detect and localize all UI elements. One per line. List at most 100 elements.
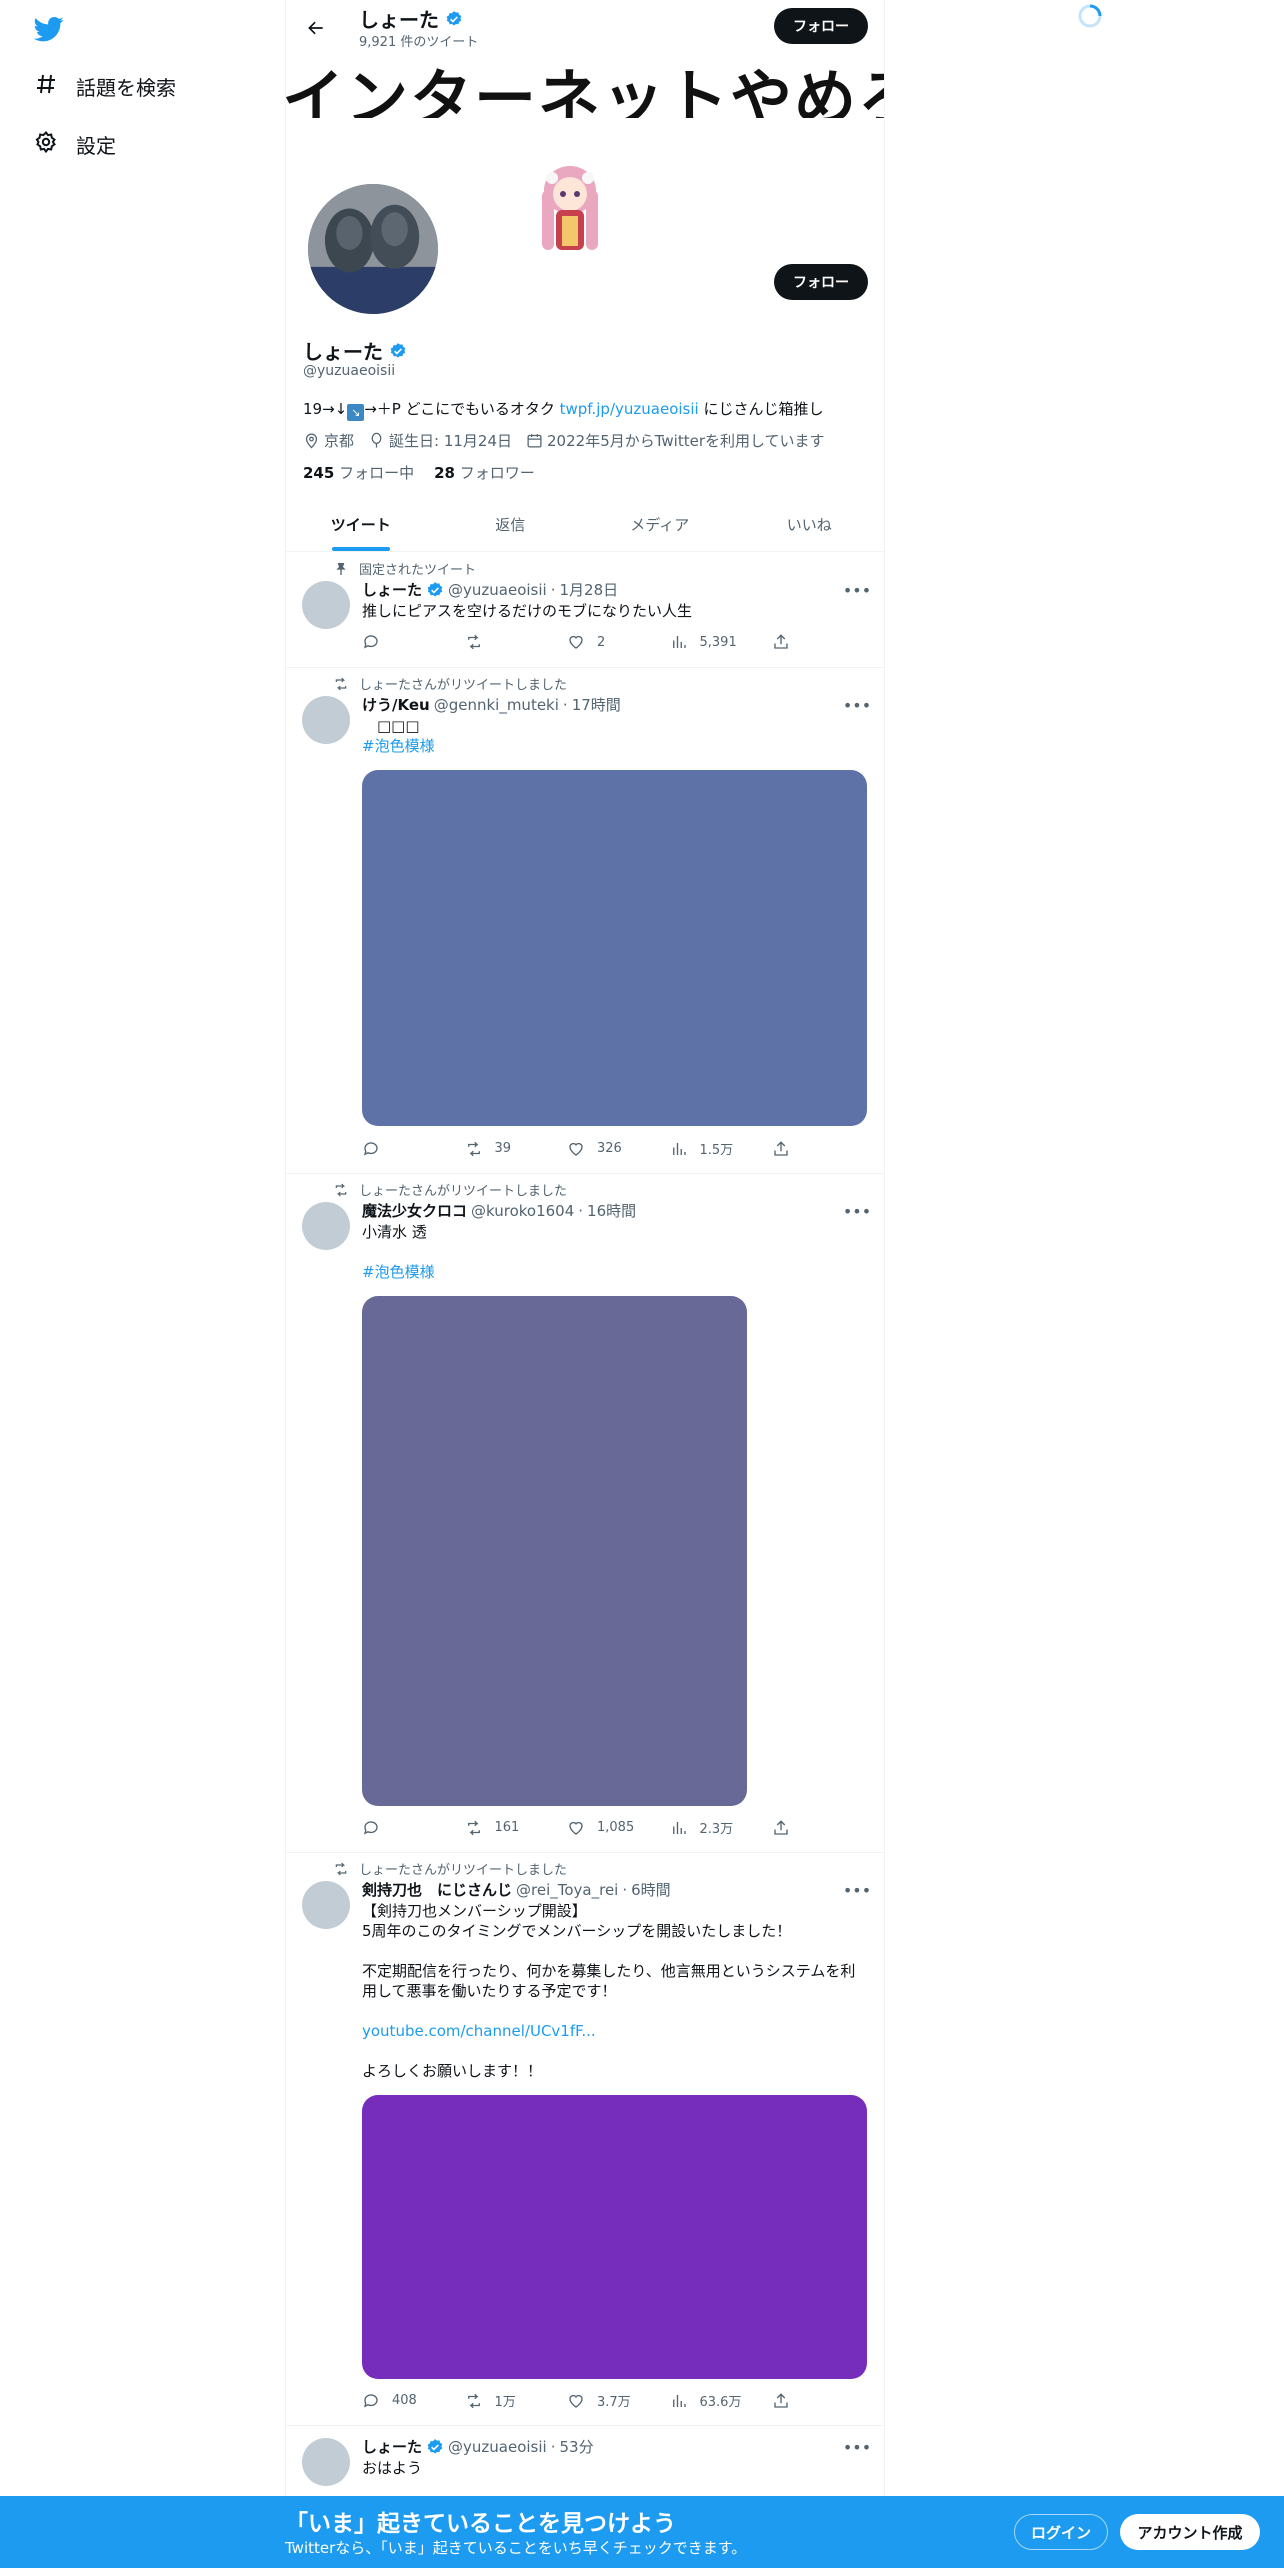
bio-prefix: 19→↓: [303, 400, 348, 418]
tweet-media[interactable]: [362, 770, 867, 1126]
more-options-icon[interactable]: •••: [843, 1200, 871, 1222]
followers-link[interactable]: 28 フォロワー: [434, 462, 535, 483]
twitter-logo-icon[interactable]: [33, 14, 64, 44]
tweet-author-name[interactable]: しょーた: [362, 579, 422, 600]
tweet-avatar[interactable]: [302, 2438, 350, 2486]
loading-spinner-icon: [1076, 2, 1104, 30]
tweet-pinned[interactable]: 固定されたツイート しょーた @yuzuaeoisii · 1月28日 ••• …: [286, 553, 884, 668]
like-count: 2: [597, 634, 606, 650]
tab-likes[interactable]: いいね: [735, 498, 885, 551]
dot-separator: ·: [550, 580, 556, 599]
tweet-time[interactable]: 53分: [559, 2436, 593, 2457]
location-pin-icon: [305, 433, 318, 449]
tweet-ohayou[interactable]: しょーた @yuzuaeoisii · 53分 ••• おはよう: [286, 2426, 884, 2496]
tweet-author-name[interactable]: けう/Keu: [362, 694, 430, 715]
like-button[interactable]: 326: [567, 1139, 663, 1158]
more-options-icon[interactable]: •••: [843, 1879, 871, 1901]
share-icon: [774, 634, 788, 649]
hashtag-link[interactable]: #泡色模様: [362, 737, 435, 755]
views-button[interactable]: 5,391: [670, 633, 766, 651]
tweet-hashtag: #泡色模様: [362, 736, 867, 756]
tweet-retweet-keu[interactable]: しょーたさんがリツイートしました けう/Keu @gennki_muteki ·…: [286, 668, 884, 1174]
more-options-icon[interactable]: •••: [843, 694, 871, 716]
retweet-icon: [335, 1862, 347, 1875]
tab-media[interactable]: メディア: [585, 498, 735, 551]
tweet-time[interactable]: 16時間: [587, 1200, 636, 1221]
tweet-avatar[interactable]: [302, 581, 350, 629]
tweet-header: 剣持刀也 にじさんじ @rei_Toya_rei · 6時間: [362, 1879, 671, 1900]
tweet-retweet-kuroko[interactable]: しょーたさんがリツイートしました 魔法少女クロコ @kuroko1604 · 1…: [286, 1174, 884, 1853]
tweet-author-handle: @yuzuaeoisii: [448, 580, 547, 599]
tweet-avatar[interactable]: [302, 1202, 350, 1250]
balloon-icon: [371, 432, 382, 448]
reply-button[interactable]: [362, 633, 458, 651]
reply-button[interactable]: 408: [362, 2391, 458, 2410]
dot-separator: ·: [578, 1201, 584, 1220]
bio-link[interactable]: twpf.jp/yuzuaeoisii: [560, 400, 699, 418]
like-count: 3.7万: [597, 2395, 631, 2410]
views-count: 1.5万: [699, 1143, 734, 1158]
login-button[interactable]: ログイン: [1014, 2514, 1108, 2550]
share-button[interactable]: [772, 1818, 792, 1837]
like-button[interactable]: 2: [567, 633, 663, 651]
tweet-context: しょーたさんがリツイートしました: [333, 674, 567, 693]
tweet-text-line: よろしくお願いします！！: [362, 2062, 543, 2080]
retweet-button[interactable]: [465, 633, 561, 651]
reply-button[interactable]: [362, 1818, 458, 1837]
nav-explore[interactable]: 話題を検索: [34, 72, 176, 101]
profile-birthday: 誕生日: 11月24日: [368, 430, 512, 451]
tab-replies[interactable]: 返信: [436, 498, 586, 551]
share-button[interactable]: [772, 633, 792, 651]
reply-button[interactable]: [362, 1139, 458, 1158]
tweet-avatar[interactable]: [302, 696, 350, 744]
tab-tweets[interactable]: ツイート: [286, 498, 436, 551]
retweet-icon: [467, 634, 480, 650]
nav-settings[interactable]: 設定: [34, 130, 116, 159]
more-options-icon[interactable]: •••: [843, 2436, 871, 2458]
views-button[interactable]: 2.3万: [670, 1818, 766, 1837]
like-button[interactable]: 1,085: [567, 1818, 663, 1837]
retweet-button[interactable]: 161: [465, 1818, 561, 1837]
tweet-retweet-kenmochi[interactable]: しょーたさんがリツイートしました 剣持刀也 にじさんじ @rei_Toya_re…: [286, 1853, 884, 2426]
tweet-header: しょーた @yuzuaeoisii · 1月28日: [362, 579, 618, 600]
back-button[interactable]: [300, 12, 332, 44]
signup-button[interactable]: アカウント作成: [1120, 2514, 1260, 2550]
verified-badge-icon: [427, 2438, 443, 2454]
signup-banner-subtitle: Twitterなら、「いま」起きていることをいち早くチェックできます。: [285, 2539, 747, 2557]
tweet-media[interactable]: [362, 2095, 867, 2379]
retweet-button[interactable]: 1万: [465, 2391, 561, 2410]
tweet-author-handle: @gennki_muteki: [433, 695, 559, 714]
header-follow-button[interactable]: フォロー: [774, 8, 868, 44]
signup-banner: 「いま」起きていることを見つけよう Twitterなら、「いま」起きていることを…: [0, 2496, 1284, 2568]
tweet-actions: 408 1万 3.7万 63.6万: [362, 2391, 792, 2410]
views-count: 5,391: [699, 634, 737, 650]
tweet-time[interactable]: 17時間: [572, 694, 621, 715]
heart-icon: [569, 1821, 583, 1835]
share-button[interactable]: [772, 2391, 792, 2410]
tweet-avatar[interactable]: [302, 1881, 350, 1929]
tweet-author-name[interactable]: しょーた: [362, 2436, 422, 2457]
tweet-link[interactable]: youtube.com/channel/UCv1fF...: [362, 2022, 596, 2040]
following-link[interactable]: 245 フォロー中: [303, 462, 414, 483]
views-button[interactable]: 63.6万: [670, 2391, 766, 2410]
like-count: 326: [597, 1141, 622, 1156]
share-button[interactable]: [772, 1139, 792, 1158]
retweet-icon: [335, 677, 347, 690]
retweet-icon: [335, 1183, 347, 1196]
tweet-author-name[interactable]: 魔法少女クロコ: [362, 1200, 467, 1221]
tweet-time[interactable]: 1月28日: [559, 579, 618, 600]
tweet-author-name[interactable]: 剣持刀也 にじさんじ: [362, 1879, 512, 1900]
retweet-button[interactable]: 39: [465, 1139, 561, 1158]
tweet-media[interactable]: [362, 1296, 747, 1806]
verified-badge-icon: [446, 10, 462, 26]
tweet-context-text: 固定されたツイート: [359, 563, 477, 578]
views-button[interactable]: 1.5万: [670, 1139, 766, 1158]
more-options-icon[interactable]: •••: [843, 579, 871, 601]
calendar-icon: [527, 434, 542, 448]
like-button[interactable]: 3.7万: [567, 2391, 663, 2410]
profile-avatar[interactable]: [304, 180, 442, 318]
profile-follow-button[interactable]: フォロー: [774, 264, 868, 300]
tweet-text: □□□: [362, 717, 420, 735]
hashtag-link[interactable]: #泡色模様: [362, 1263, 435, 1281]
tweet-time[interactable]: 6時間: [631, 1879, 671, 1900]
